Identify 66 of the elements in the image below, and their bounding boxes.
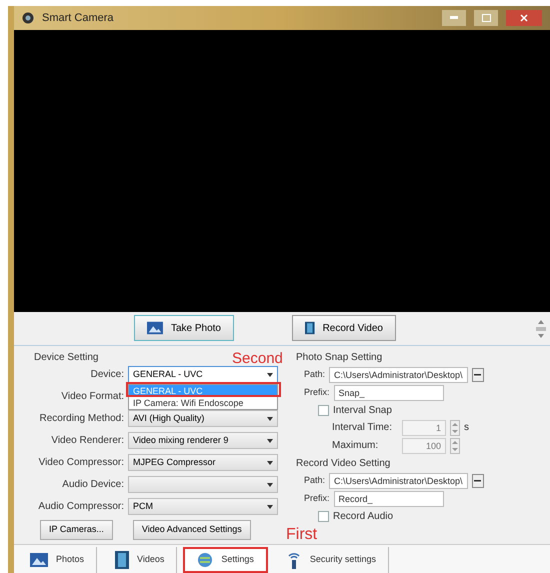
checkbox[interactable]	[318, 510, 329, 522]
path-field[interactable]: C:\Users\Administrator\Desktop\	[329, 366, 468, 383]
maximize-icon	[482, 14, 490, 22]
field-label: Video Compressor:	[38, 456, 125, 470]
field-label: Path:	[304, 368, 326, 381]
camera-icon	[22, 12, 34, 24]
dropdown-option[interactable]: IP Camera: Wifi Endoscope	[129, 396, 277, 409]
field-label: Maximum:	[332, 439, 380, 454]
field-label: Path:	[304, 474, 326, 487]
caret-icon	[267, 504, 273, 509]
close-button[interactable]	[506, 10, 542, 26]
dropdown[interactable]: AVI (High Quality)	[128, 410, 278, 428]
dropdown[interactable]: PCM	[128, 498, 278, 516]
tab[interactable]: Settings	[183, 546, 268, 573]
field-label: Prefix:	[304, 492, 330, 505]
splitter-icon[interactable]	[536, 320, 546, 338]
dropdown[interactable]: MJPEG Compressor	[128, 454, 278, 472]
window-title: Smart Camera	[42, 10, 115, 26]
checkbox-label: Record Audio	[333, 510, 394, 524]
field-label: Device:	[90, 368, 125, 382]
settings-button[interactable]: IP Cameras...	[40, 520, 113, 540]
antenna-icon	[286, 550, 302, 569]
field-label: Prefix:	[304, 386, 330, 399]
picture-icon	[30, 552, 48, 567]
dropdown[interactable]: Video mixing renderer 9	[128, 432, 278, 450]
tab[interactable]: Security settings	[274, 546, 389, 573]
unit-label: s	[464, 421, 469, 436]
field-label: Video Renderer:	[50, 434, 125, 448]
caret-icon	[267, 482, 273, 487]
minimize-button[interactable]	[442, 10, 466, 26]
field-label: Video Format:	[60, 390, 125, 404]
capture-button[interactable]: Take Photo	[134, 315, 234, 342]
globe-icon	[197, 552, 214, 568]
browse-button[interactable]	[472, 474, 484, 488]
maximize-button[interactable]	[474, 10, 498, 26]
prefix-field[interactable]: Snap_	[334, 384, 444, 401]
spinner-icon[interactable]	[450, 420, 460, 436]
browse-button[interactable]	[472, 368, 484, 382]
field-label: Interval Time:	[332, 421, 394, 436]
spinner-icon[interactable]	[450, 438, 460, 454]
caret-icon	[267, 416, 273, 421]
caret-icon	[267, 460, 273, 465]
prefix-field[interactable]: Record_	[334, 490, 444, 507]
annotation-label: Second	[232, 351, 283, 366]
tab[interactable]: Photos	[18, 546, 98, 573]
minimize-icon	[450, 16, 458, 20]
close-icon	[520, 14, 528, 22]
field-label: Audio Compressor:	[37, 500, 125, 514]
caret-icon	[267, 438, 273, 443]
tab[interactable]: Videos	[103, 546, 178, 573]
group-title: Photo Snap Setting	[296, 350, 384, 365]
group-title: Record Video Setting	[296, 456, 392, 471]
settings-button[interactable]: Video Advanced Settings	[132, 520, 251, 540]
dropdown[interactable]	[128, 476, 278, 494]
caret-icon	[267, 372, 273, 377]
group-title: Device Setting	[34, 350, 98, 365]
field-label: Audio Device:	[61, 478, 125, 492]
path-field[interactable]: C:\Users\Administrator\Desktop\	[329, 472, 468, 489]
dropdown[interactable]: GENERAL - UVC	[128, 366, 278, 384]
checkbox-label: Interval Snap	[333, 404, 392, 418]
checkbox[interactable]	[318, 404, 329, 416]
capture-button[interactable]: Record Video	[292, 315, 396, 342]
film-icon	[115, 550, 130, 569]
field-label: Recording Method:	[38, 412, 125, 426]
annotation-label: First	[286, 525, 318, 545]
picture-icon	[147, 321, 163, 336]
